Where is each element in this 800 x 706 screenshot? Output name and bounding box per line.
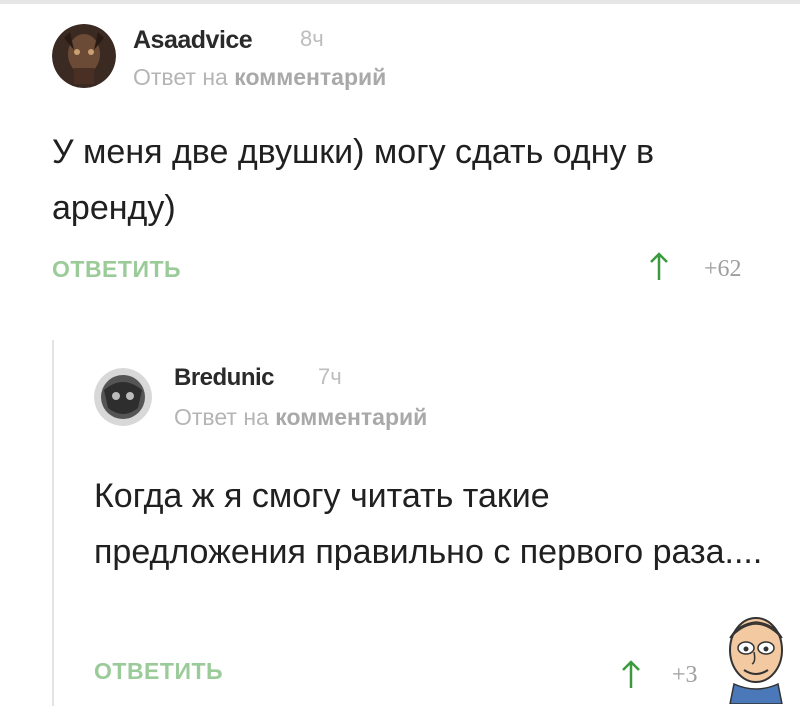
avatar-image-icon — [52, 24, 116, 88]
comment: Asaadvice 8ч Ответ на комментарий У меня… — [52, 14, 772, 284]
comment: Bredunic 7ч Ответ на комментарий Когда ж… — [94, 360, 774, 700]
watermark-logo — [729, 617, 783, 704]
arrow-up-icon[interactable] — [648, 252, 670, 282]
avatar-image-icon — [94, 368, 152, 426]
comment-text: Когда ж я смогу читать такие предложения… — [94, 477, 763, 571]
timestamp: 8ч — [300, 26, 324, 51]
avatar[interactable] — [94, 368, 152, 426]
reply-prefix: Ответ на — [174, 404, 269, 430]
rating-score: +3 — [672, 662, 698, 688]
thread-line[interactable] — [52, 340, 54, 706]
reply-meta: Ответ на комментарий — [133, 64, 386, 91]
comment-text: У меня две двушки) могу сдать одну в аре… — [52, 133, 655, 227]
arrow-up-icon[interactable] — [620, 660, 642, 690]
reply-target-link[interactable]: комментарий — [234, 64, 386, 90]
avatar[interactable] — [52, 24, 116, 88]
reply-prefix: Ответ на — [133, 64, 228, 90]
reply-button[interactable]: ОТВЕТИТЬ — [94, 658, 223, 685]
top-border — [0, 0, 800, 4]
username[interactable]: Bredunic — [174, 364, 275, 392]
reply-meta: Ответ на комментарий — [174, 404, 427, 431]
timestamp: 7ч — [318, 364, 342, 389]
username[interactable]: Asaadvice — [133, 26, 253, 55]
rating-score: +62 — [704, 256, 742, 282]
reply-target-link[interactable]: комментарий — [275, 404, 427, 430]
reply-button[interactable]: ОТВЕТИТЬ — [52, 256, 181, 283]
